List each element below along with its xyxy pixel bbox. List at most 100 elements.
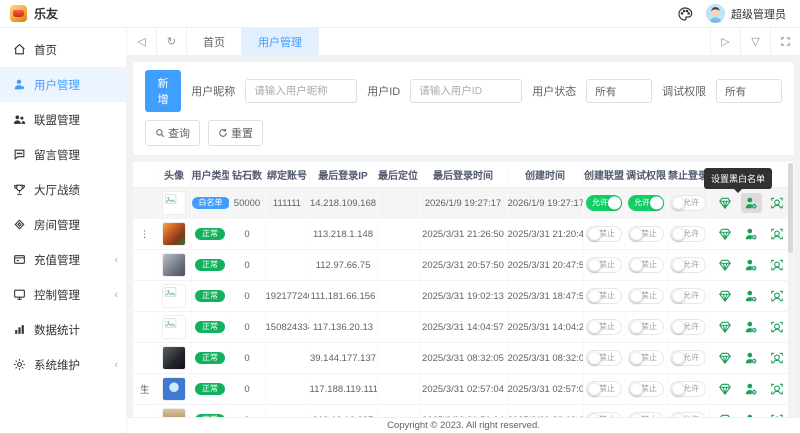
user-type-badge: 正常 [195, 414, 225, 417]
debug-permission-toggle-cell: 禁止 [625, 312, 667, 343]
user-settings-icon[interactable] [741, 224, 762, 244]
toggle-switch[interactable]: 允许 [670, 226, 706, 242]
face-review-icon[interactable] [767, 193, 788, 213]
sidebar-item-data-statistics[interactable]: 数据统计 [0, 312, 126, 347]
toggle-switch[interactable]: 允许 [670, 319, 706, 335]
toggle-switch[interactable]: 禁止 [628, 412, 664, 417]
tab-user-management[interactable]: 用户管理 [242, 28, 319, 55]
scrollbar-thumb[interactable] [788, 163, 793, 253]
toggle-switch[interactable]: 允许 [670, 288, 706, 304]
toggle-switch[interactable]: 禁止 [586, 226, 622, 242]
face-review-icon[interactable] [767, 410, 788, 417]
ban-login-toggle-cell: 允许 [667, 374, 709, 405]
diamond-icon[interactable] [715, 410, 736, 417]
tab-home[interactable]: 首页 [187, 28, 242, 55]
user-settings-icon[interactable] [741, 286, 762, 306]
table-row[interactable]: ⋮ 正常 0 113.218.1.148 2025/3/31 21:26:50 … [133, 219, 793, 250]
user-settings-icon[interactable] [741, 379, 762, 399]
toggle-switch[interactable]: 禁止 [586, 381, 622, 397]
user-menu[interactable]: 超级管理员 [706, 4, 786, 23]
diamonds-cell: 0 [229, 374, 265, 405]
table-row[interactable]: 白名单 50000 111111 14.218.109.168 2026/1/9… [133, 188, 793, 219]
diamond-icon[interactable] [715, 224, 736, 244]
toggle-switch[interactable]: 允许 [670, 350, 706, 366]
toggle-switch[interactable]: 禁止 [586, 319, 622, 335]
vertical-scrollbar[interactable] [788, 163, 793, 417]
sidebar-item-system-maintenance[interactable]: 系统维护 ‹ [0, 347, 126, 382]
last-login-ip-cell: 112.97.66.75 [309, 250, 377, 281]
toggle-switch[interactable]: 禁止 [628, 257, 664, 273]
reset-button[interactable]: 重置 [208, 120, 263, 146]
add-button[interactable]: 新增 [145, 70, 181, 112]
footer: Copyright © 2023. All right reserved. [127, 417, 800, 433]
toggle-switch[interactable]: 禁止 [586, 288, 622, 304]
ban-login-toggle-cell: 允许 [667, 188, 709, 219]
nickname-input[interactable] [245, 79, 357, 103]
toggle-switch[interactable]: 允许 [670, 381, 706, 397]
table-row[interactable]: 正常 0 1921772407 111.181.66.156 2025/3/31… [133, 281, 793, 312]
face-review-icon[interactable] [767, 255, 788, 275]
table-row[interactable]: 正常 0 15082433405 117.136.20.13 2025/3/31… [133, 312, 793, 343]
sidebar-item-home[interactable]: 首页 [0, 32, 126, 67]
diamond-icon[interactable] [715, 348, 736, 368]
user-id-input[interactable] [410, 79, 522, 103]
last-location-cell [377, 405, 419, 418]
diamond-icon[interactable] [715, 317, 736, 337]
toggle-switch[interactable]: 禁止 [628, 288, 664, 304]
table-row[interactable]: 正常 0 218.12.16.227 2025/3/30 21:51:04 20… [133, 405, 793, 418]
sidebar-item-union-management[interactable]: 联盟管理 [0, 102, 126, 137]
debug-permission-select[interactable]: 所有 [716, 79, 782, 103]
tab-forward-icon[interactable]: ▷ [710, 28, 740, 55]
bound-account-cell [265, 250, 309, 281]
toggle-switch[interactable]: 允许 [670, 412, 706, 417]
debug-permission-toggle-cell: 禁止 [625, 250, 667, 281]
user-status-select[interactable]: 所有 [586, 79, 652, 103]
table-row[interactable]: 正常 0 39.144.177.137 2025/3/31 08:32:05 2… [133, 343, 793, 374]
toggle-switch[interactable]: 禁止 [628, 319, 664, 335]
operations-cell [709, 188, 793, 219]
diamond-icon[interactable] [715, 286, 736, 306]
debug-permission-label: 调试权限 [662, 83, 706, 99]
user-settings-icon[interactable] [741, 317, 762, 337]
face-review-icon[interactable] [767, 379, 788, 399]
sidebar-item-room-management[interactable]: 房间管理 [0, 207, 126, 242]
user-type-badge: 正常 [195, 352, 225, 364]
toggle-switch[interactable]: 禁止 [586, 412, 622, 417]
face-review-icon[interactable] [767, 317, 788, 337]
toggle-switch[interactable]: 允许 [628, 195, 664, 211]
table-row[interactable]: 正常 0 112.97.66.75 2025/3/31 20:57:50 202… [133, 250, 793, 281]
user-settings-icon[interactable] [741, 255, 762, 275]
face-review-icon[interactable] [767, 348, 788, 368]
search-button[interactable]: 查询 [145, 120, 200, 146]
toggle-switch[interactable]: 允许 [586, 195, 622, 211]
toggle-switch[interactable]: 禁止 [628, 381, 664, 397]
toggle-switch[interactable]: 禁止 [628, 226, 664, 242]
user-settings-icon[interactable] [741, 348, 762, 368]
app-logo-icon [10, 5, 27, 22]
toggle-switch[interactable]: 允许 [670, 195, 706, 211]
table-row[interactable]: 生 正常 0 117.188.119.111 2025/3/31 02:57:0… [133, 374, 793, 405]
theme-palette-icon[interactable] [676, 5, 694, 23]
sidebar-item-hall-records[interactable]: 大厅战绩 [0, 172, 126, 207]
tab-dropdown-icon[interactable]: ▽ [740, 28, 770, 55]
toggle-switch[interactable]: 允许 [670, 257, 706, 273]
brand: 乐友 [0, 5, 127, 22]
diamond-icon[interactable] [715, 193, 736, 213]
tab-refresh-icon[interactable]: ↻ [157, 28, 187, 55]
user-settings-icon[interactable] [741, 410, 762, 417]
sidebar-item-control-management[interactable]: 控制管理 ‹ [0, 277, 126, 312]
last-login-ip-cell: 14.218.109.168 [309, 188, 377, 219]
tab-back-icon[interactable]: ◁ [127, 28, 157, 55]
diamond-icon[interactable] [715, 255, 736, 275]
toggle-switch[interactable]: 禁止 [586, 350, 622, 366]
sidebar-item-message-management[interactable]: 留言管理 [0, 137, 126, 172]
face-review-icon[interactable] [767, 224, 788, 244]
user-settings-icon[interactable] [741, 193, 762, 213]
fullscreen-icon[interactable] [770, 28, 800, 55]
sidebar-item-recharge-management[interactable]: 充值管理 ‹ [0, 242, 126, 277]
sidebar-item-user-management[interactable]: 用户管理 [0, 67, 126, 102]
toggle-switch[interactable]: 禁止 [586, 257, 622, 273]
toggle-switch[interactable]: 禁止 [628, 350, 664, 366]
diamond-icon[interactable] [715, 379, 736, 399]
face-review-icon[interactable] [767, 286, 788, 306]
